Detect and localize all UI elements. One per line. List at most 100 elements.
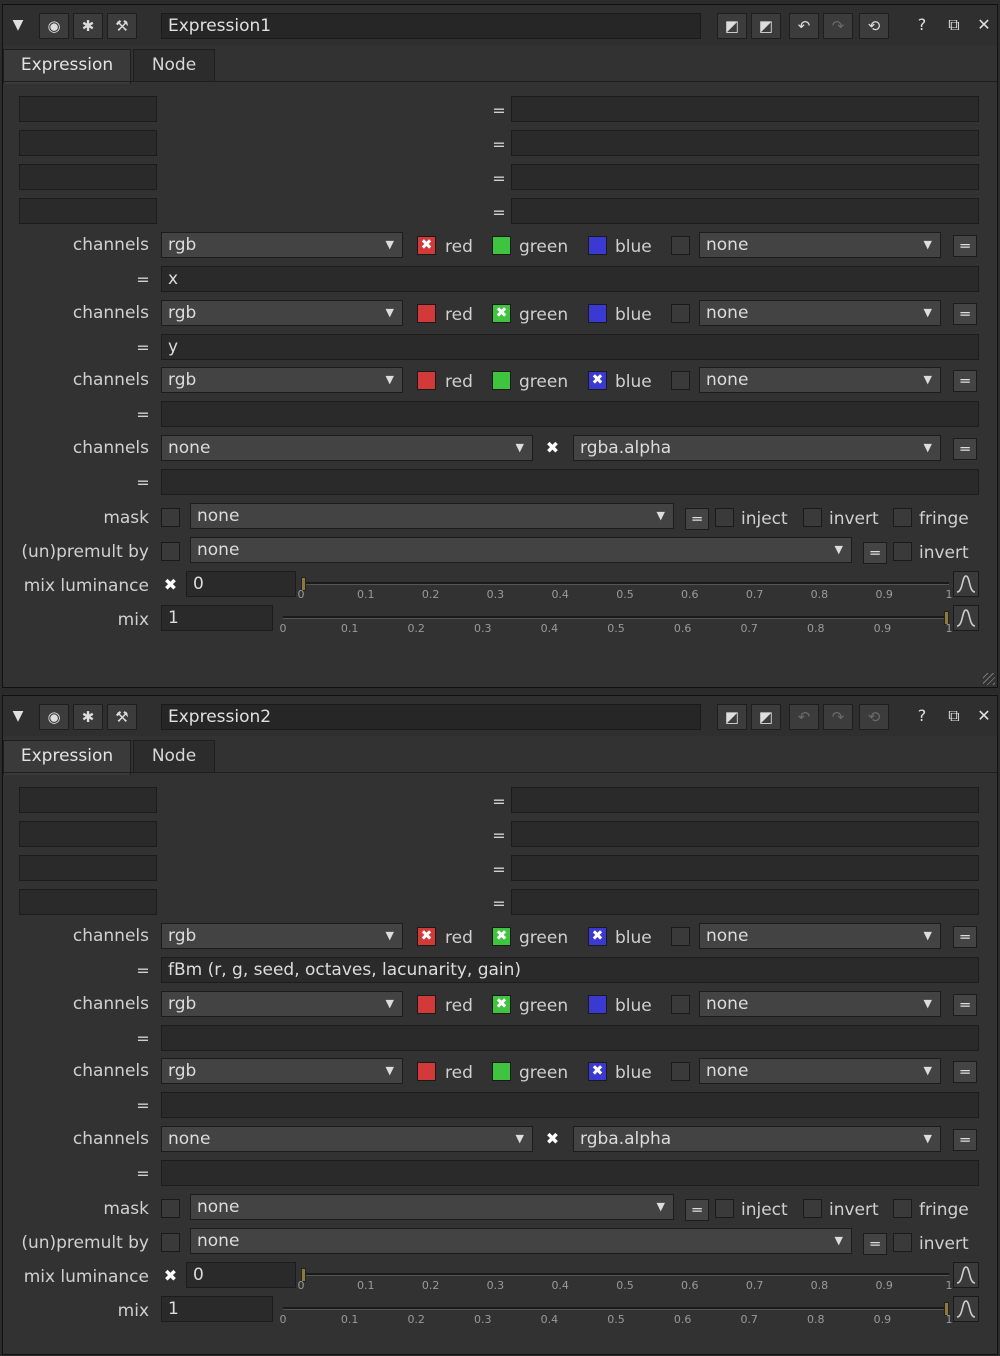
redo-icon[interactable]: ↷ — [823, 704, 853, 730]
tab-expression[interactable]: Expression — [3, 49, 131, 84]
fourth-channel-checkbox[interactable] — [671, 995, 690, 1014]
fourth-channel-checkbox[interactable] — [671, 927, 690, 946]
link-equals-button[interactable]: ═ — [953, 1129, 977, 1151]
channels-dropdown[interactable]: rgb ▼ — [161, 367, 403, 393]
curve-editor-icon[interactable] — [953, 605, 979, 631]
red-channel-checkbox[interactable]: ✖ — [417, 236, 436, 255]
tab-expression[interactable]: Expression — [3, 740, 131, 775]
bug-icon[interactable]: ✱ — [73, 13, 103, 39]
channels-dropdown[interactable]: rgb ▼ — [161, 923, 403, 949]
revert-icon[interactable]: ⟲ — [859, 13, 889, 39]
temp-name-field[interactable] — [19, 164, 157, 190]
mask-link-button[interactable]: ═ — [685, 1199, 709, 1221]
blue-channel-checkbox[interactable]: ✖ — [588, 371, 607, 390]
premult-link-button[interactable]: ═ — [863, 1233, 887, 1255]
mix-slider[interactable]: 0 0.1 0.2 0.3 0.4 0.5 0.6 0.7 0.8 0.9 1 — [280, 607, 953, 639]
color-picker-2-icon[interactable]: ◩ — [751, 13, 781, 39]
link-equals-button[interactable]: ═ — [953, 438, 977, 460]
temp-name-field[interactable] — [19, 130, 157, 156]
collapse-triangle-icon[interactable]: ▼ — [7, 704, 29, 728]
bug-icon[interactable]: ✱ — [73, 704, 103, 730]
premult-dropdown[interactable]: none ▼ — [190, 1228, 852, 1254]
color-picker-1-icon[interactable]: ◩ — [717, 704, 747, 730]
color-picker-1-icon[interactable]: ◩ — [717, 13, 747, 39]
curve-editor-icon[interactable] — [953, 571, 979, 597]
premult-checkbox[interactable] — [161, 1233, 180, 1252]
curve-editor-icon[interactable] — [953, 1262, 979, 1288]
channel-expression-field[interactable]: y — [161, 334, 979, 360]
fourth-channel-dropdown[interactable]: none ▼ — [699, 232, 941, 258]
close-icon[interactable]: ✕ — [973, 704, 995, 728]
link-equals-button[interactable]: ═ — [953, 994, 977, 1016]
premult-invert-checkbox[interactable] — [893, 1233, 912, 1252]
fringe-checkbox[interactable] — [893, 508, 912, 527]
blue-channel-checkbox[interactable]: ✖ — [588, 927, 607, 946]
blue-channel-checkbox[interactable] — [588, 304, 607, 323]
fourth-channel-dropdown[interactable]: none ▼ — [699, 923, 941, 949]
fourth-channel-dropdown[interactable]: none ▼ — [699, 367, 941, 393]
invert-checkbox[interactable] — [803, 1199, 822, 1218]
mix-luminance-value-field[interactable]: 0 — [186, 1262, 296, 1288]
alpha-expression-field[interactable] — [161, 1160, 979, 1186]
mask-checkbox[interactable] — [161, 1199, 180, 1218]
mix-value-field[interactable]: 1 — [161, 605, 273, 631]
help-icon[interactable]: ? — [911, 704, 933, 728]
float-window-icon[interactable]: ⧉ — [943, 704, 965, 728]
mix-luminance-slider[interactable]: 0 0.1 0.2 0.3 0.4 0.5 0.6 0.7 0.8 0.9 1 — [298, 1264, 953, 1296]
link-equals-button[interactable]: ═ — [953, 370, 977, 392]
mix-luminance-enable-checkbox[interactable]: ✖ — [161, 1267, 180, 1286]
temp-expr-field[interactable] — [511, 821, 979, 847]
inject-checkbox[interactable] — [715, 1199, 734, 1218]
mix-luminance-value-field[interactable]: 0 — [186, 571, 296, 597]
channel-expression-field[interactable] — [161, 1025, 979, 1051]
mask-link-button[interactable]: ═ — [685, 508, 709, 530]
premult-invert-checkbox[interactable] — [893, 542, 912, 561]
node-name-field[interactable]: Expression1 — [161, 13, 701, 39]
premult-checkbox[interactable] — [161, 542, 180, 561]
mix-luminance-enable-checkbox[interactable]: ✖ — [161, 576, 180, 595]
temp-name-field[interactable] — [19, 787, 157, 813]
red-channel-checkbox[interactable]: ✖ — [417, 927, 436, 946]
fourth-channel-checkbox[interactable] — [671, 304, 690, 323]
float-window-icon[interactable]: ⧉ — [943, 13, 965, 37]
link-equals-button[interactable]: ═ — [953, 926, 977, 948]
close-icon[interactable]: ✕ — [973, 13, 995, 37]
mask-checkbox[interactable] — [161, 508, 180, 527]
temp-expr-field[interactable] — [511, 198, 979, 224]
alpha-channels-dropdown[interactable]: none ▼ — [161, 435, 533, 461]
alpha-channel-dropdown[interactable]: rgba.alpha ▼ — [573, 435, 941, 461]
inject-checkbox[interactable] — [715, 508, 734, 527]
green-channel-checkbox[interactable] — [492, 236, 511, 255]
temp-expr-field[interactable] — [511, 164, 979, 190]
green-channel-checkbox[interactable] — [492, 371, 511, 390]
temp-expr-field[interactable] — [511, 787, 979, 813]
viewer-toggle-icon[interactable]: ◉ — [39, 704, 69, 730]
temp-name-field[interactable] — [19, 198, 157, 224]
help-icon[interactable]: ? — [911, 13, 933, 37]
viewer-toggle-icon[interactable]: ◉ — [39, 13, 69, 39]
fourth-channel-dropdown[interactable]: none ▼ — [699, 1058, 941, 1084]
alpha-enable-checkbox[interactable]: ✖ — [543, 1130, 562, 1149]
green-channel-checkbox[interactable] — [492, 1062, 511, 1081]
alpha-enable-checkbox[interactable]: ✖ — [543, 439, 562, 458]
fourth-channel-checkbox[interactable] — [671, 371, 690, 390]
premult-dropdown[interactable]: none ▼ — [190, 537, 852, 563]
tab-node[interactable]: Node — [133, 740, 215, 772]
temp-name-field[interactable] — [19, 889, 157, 915]
channel-expression-field[interactable]: fBm (r, g, seed, octaves, lacunarity, ga… — [161, 957, 979, 983]
temp-expr-field[interactable] — [511, 855, 979, 881]
channels-dropdown[interactable]: rgb ▼ — [161, 232, 403, 258]
mix-luminance-slider[interactable]: 0 0.1 0.2 0.3 0.4 0.5 0.6 0.7 0.8 0.9 1 — [298, 573, 953, 605]
mix-value-field[interactable]: 1 — [161, 1296, 273, 1322]
redo-icon[interactable]: ↷ — [823, 13, 853, 39]
green-channel-checkbox[interactable]: ✖ — [492, 304, 511, 323]
link-equals-button[interactable]: ═ — [953, 303, 977, 325]
resize-grip-icon[interactable] — [983, 673, 995, 685]
curve-editor-icon[interactable] — [953, 1296, 979, 1322]
temp-expr-field[interactable] — [511, 130, 979, 156]
link-equals-button[interactable]: ═ — [953, 1061, 977, 1083]
channel-expression-field[interactable] — [161, 401, 979, 427]
undo-icon[interactable]: ↶ — [789, 13, 819, 39]
premult-link-button[interactable]: ═ — [863, 542, 887, 564]
wrench-icon[interactable]: ⚒ — [107, 13, 137, 39]
